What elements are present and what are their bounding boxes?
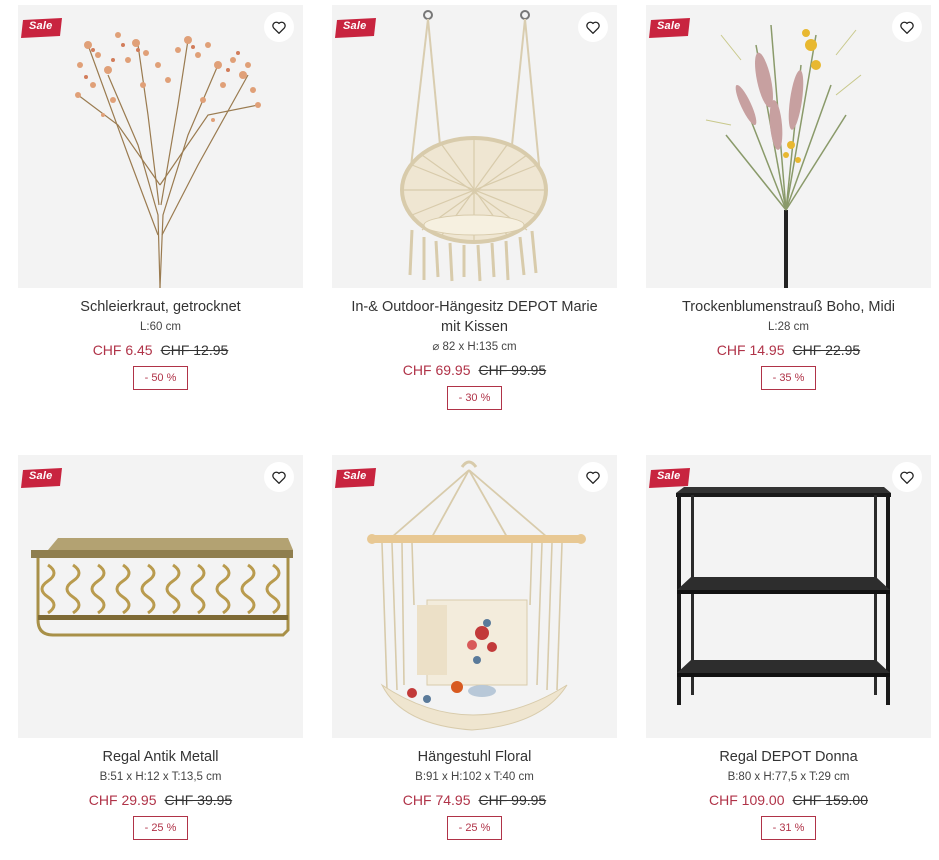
- discount-badge: - 25 %: [446, 816, 503, 840]
- wishlist-heart-icon[interactable]: [264, 12, 294, 42]
- discount-badge: - 25 %: [132, 816, 189, 840]
- product-title[interactable]: Regal Antik Metall: [18, 747, 303, 767]
- product-dimensions: B:91 x H:102 x T:40 cm: [415, 771, 534, 783]
- product-card[interactable]: Sale In-& Outdoor-Hängesitz DEPOT Marie …: [332, 5, 617, 410]
- product-card[interactable]: Sale Regal Antik Metall B:51 x H:12 x T:…: [18, 455, 303, 840]
- product-image[interactable]: Sale: [646, 5, 931, 288]
- product-prices: CHF 74.95 CHF 99.95: [332, 792, 617, 808]
- product-card[interactable]: Sale Regal DEPOT Donna B:80 x H:77,5 x T…: [646, 455, 931, 840]
- dried-flowers-image: [75, 32, 261, 288]
- wishlist-heart-icon[interactable]: [892, 462, 922, 492]
- sale-badge: Sale: [20, 17, 64, 39]
- hanging-chair-image: [400, 10, 548, 282]
- product-title[interactable]: Trockenblumenstrauß Boho, Midi: [646, 297, 931, 317]
- metal-shelf-image: [676, 487, 891, 705]
- product-card[interactable]: Sale Trockenblumenstrauß Boho, Midi L:28…: [646, 5, 931, 390]
- sale-price: CHF 109.00: [709, 792, 785, 808]
- original-price: CHF 99.95: [478, 362, 547, 378]
- sale-price: CHF 29.95: [88, 792, 157, 808]
- original-price: CHF 39.95: [164, 792, 233, 808]
- discount-badge: - 31 %: [760, 816, 817, 840]
- product-image[interactable]: Sale: [646, 455, 931, 738]
- discount-badge: - 35 %: [760, 366, 817, 390]
- original-price: CHF 12.95: [160, 342, 229, 358]
- product-prices: CHF 109.00 CHF 159.00: [646, 792, 931, 808]
- product-title[interactable]: Schleierkraut, getrocknet: [18, 297, 303, 317]
- sale-price: CHF 69.95: [402, 362, 471, 378]
- product-image[interactable]: Sale: [18, 5, 303, 288]
- sale-badge: Sale: [648, 17, 692, 39]
- product-image[interactable]: Sale: [332, 5, 617, 288]
- sale-price: CHF 74.95: [402, 792, 471, 808]
- product-dimensions: L:28 cm: [768, 321, 809, 333]
- sale-badge: Sale: [334, 467, 378, 489]
- product-image[interactable]: Sale: [332, 455, 617, 738]
- product-prices: CHF 69.95 CHF 99.95: [332, 362, 617, 378]
- sale-badge: Sale: [334, 17, 378, 39]
- wishlist-heart-icon[interactable]: [578, 462, 608, 492]
- product-title[interactable]: Regal DEPOT Donna: [646, 747, 931, 767]
- product-dimensions: B:80 x H:77,5 x T:29 cm: [727, 771, 850, 783]
- sale-price: CHF 6.45: [92, 342, 153, 358]
- wishlist-heart-icon[interactable]: [578, 12, 608, 42]
- sale-badge: Sale: [20, 467, 64, 489]
- discount-badge: - 30 %: [446, 386, 503, 410]
- sale-badge: Sale: [648, 467, 692, 489]
- product-title[interactable]: In-& Outdoor-Hängesitz DEPOT Marie mit K…: [332, 297, 617, 337]
- product-card[interactable]: Sale Schleierkraut, getrocknet L:60 cm C…: [18, 5, 303, 390]
- product-prices: CHF 14.95 CHF 22.95: [646, 342, 931, 358]
- wishlist-heart-icon[interactable]: [892, 12, 922, 42]
- product-dimensions: L:60 cm: [140, 321, 181, 333]
- dried-bouquet-image: [705, 24, 862, 288]
- sale-price: CHF 14.95: [716, 342, 785, 358]
- original-price: CHF 99.95: [478, 792, 547, 808]
- product-prices: CHF 29.95 CHF 39.95: [18, 792, 303, 808]
- discount-badge: - 50 %: [132, 366, 189, 390]
- product-dimensions: B:51 x H:12 x T:13,5 cm: [99, 771, 222, 783]
- product-prices: CHF 6.45 CHF 12.95: [18, 342, 303, 358]
- original-price: CHF 159.00: [792, 792, 868, 808]
- product-card[interactable]: Sale Hängestuhl Floral B:91 x H:102 x T:…: [332, 455, 617, 840]
- hanging-chair-floral-image: [367, 460, 586, 731]
- original-price: CHF 22.95: [792, 342, 861, 358]
- product-image[interactable]: Sale: [18, 455, 303, 738]
- antique-shelf-image: [31, 538, 293, 637]
- product-dimensions: ⌀ 82 x H:135 cm: [432, 341, 517, 353]
- product-title[interactable]: Hängestuhl Floral: [332, 747, 617, 767]
- wishlist-heart-icon[interactable]: [264, 462, 294, 492]
